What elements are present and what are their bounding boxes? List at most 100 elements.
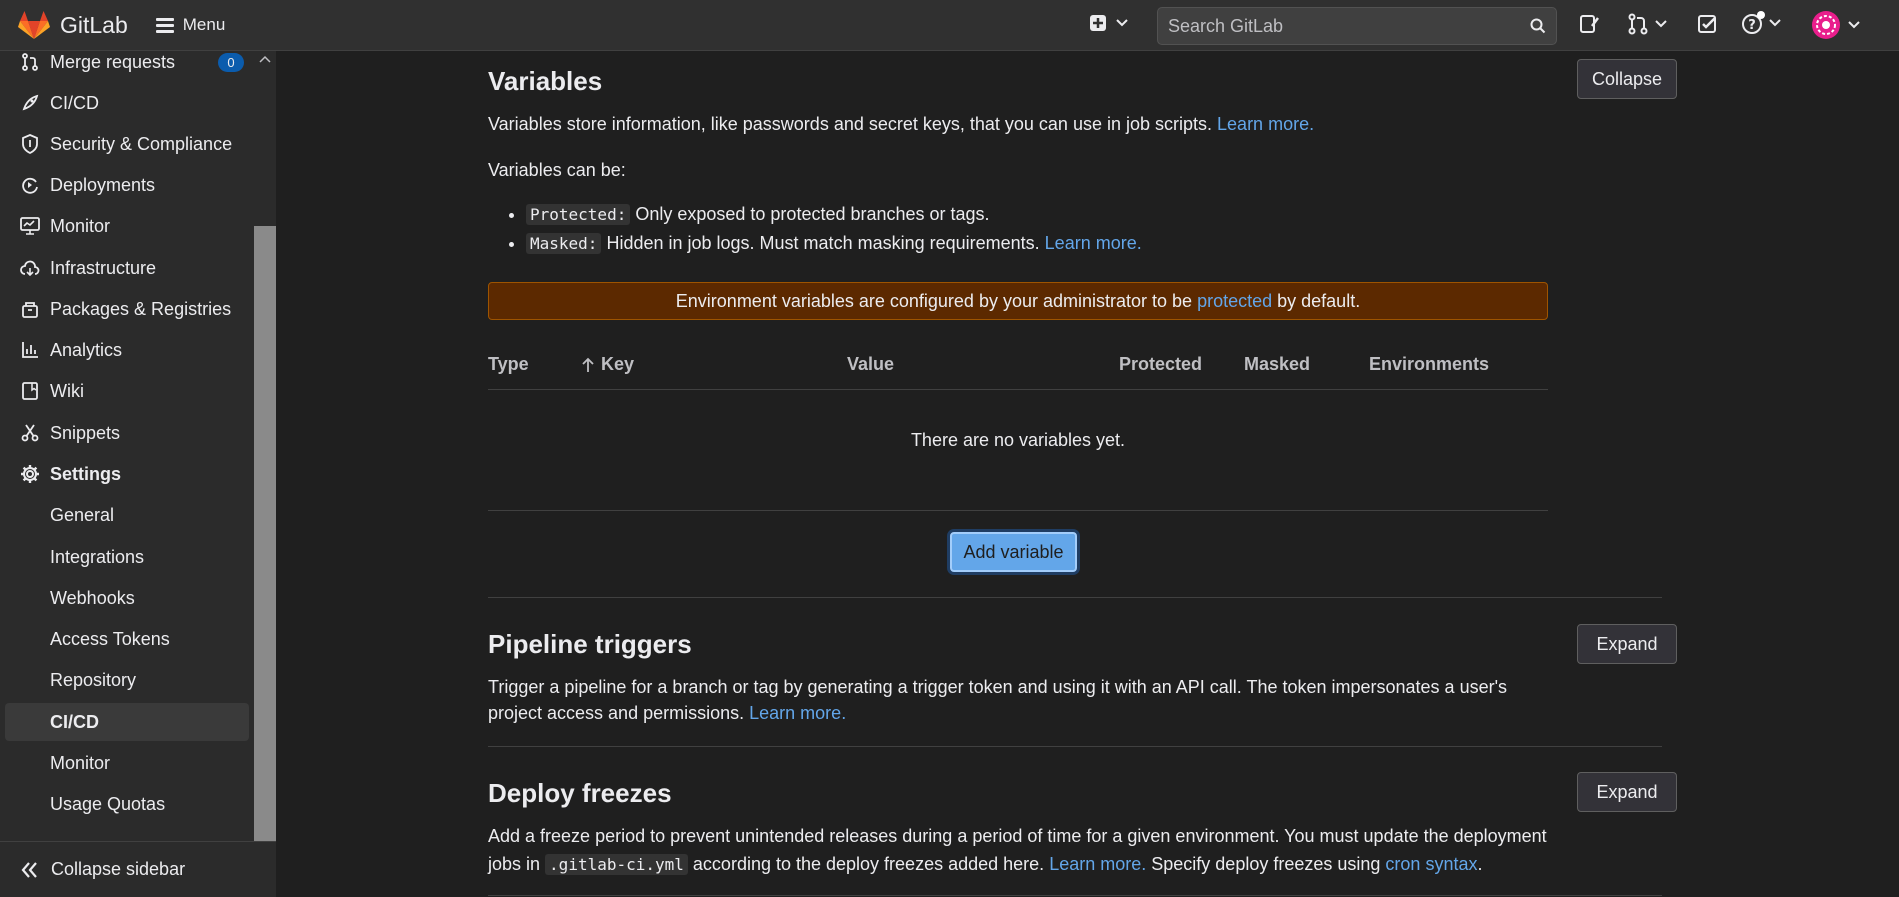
scissors-icon	[20, 423, 40, 443]
chevron-down-icon	[1116, 19, 1128, 27]
collapse-sidebar-button[interactable]: Collapse sidebar	[0, 841, 276, 897]
plus-square-icon	[1090, 15, 1106, 31]
avatar	[1812, 11, 1840, 39]
alert-text-pre: Environment variables are configured by …	[675, 290, 1193, 311]
cron-syntax-link[interactable]: cron syntax	[1385, 854, 1477, 874]
chevron-down-icon	[1655, 20, 1667, 28]
freezes-learn-more-link[interactable]: Learn more.	[1049, 854, 1146, 874]
table-header-divider	[488, 389, 1548, 390]
sidebar-item-label: Deployments	[50, 174, 156, 195]
package-icon	[20, 299, 40, 319]
variables-learn-more-link[interactable]: Learn more.	[1217, 114, 1314, 134]
freezes-desc-post: Specify deploy freezes using	[1151, 854, 1381, 874]
monitor-icon	[20, 216, 40, 236]
chevron-down-icon	[1848, 21, 1860, 29]
section-divider	[488, 746, 1662, 747]
sidebar-item-label: Snippets	[50, 422, 121, 443]
protected-alert: Environment variables are configured by …	[488, 282, 1548, 320]
section-divider	[488, 895, 1662, 896]
todos-icon[interactable]	[1697, 13, 1719, 35]
scroll-up-arrow-icon[interactable]	[259, 55, 271, 63]
sidebar-sub-access-tokens[interactable]: Access Tokens	[5, 620, 249, 658]
sidebar-sub-usage-quotas[interactable]: Usage Quotas	[5, 785, 249, 823]
rocket-icon	[20, 93, 40, 113]
deploy-freezes-title: Deploy freezes	[488, 778, 672, 808]
gitlab-ci-yml-code: .gitlab-ci.yml	[545, 854, 688, 875]
empty-state-text: There are no variables yet.	[910, 430, 1126, 450]
sidebar-item-monitor[interactable]: Monitor	[0, 207, 254, 245]
column-header-key[interactable]: Key	[582, 354, 634, 375]
pipeline-triggers-expand-button[interactable]: Expand	[1577, 624, 1677, 664]
protected-text: Only exposed to protected branches or ta…	[635, 204, 990, 224]
pipeline-triggers-description: Trigger a pipeline for a branch or tag b…	[488, 674, 1558, 726]
shield-icon	[20, 134, 40, 154]
sidebar-item-cicd[interactable]: CI/CD	[0, 84, 254, 122]
menu-label: Menu	[182, 15, 226, 34]
sidebar-item-label: Analytics	[50, 339, 123, 360]
brand-name: GitLab	[60, 11, 128, 38]
masked-code: Masked:	[526, 233, 602, 254]
add-variable-button[interactable]: Add variable	[950, 532, 1077, 572]
sidebar-item-merge-requests[interactable]: Merge requests 0	[0, 43, 254, 81]
sidebar-sub-integrations[interactable]: Integrations	[5, 538, 249, 576]
freezes-desc-mid: according to the deploy freezes added he…	[692, 854, 1045, 874]
sidebar-item-settings[interactable]: Settings	[0, 455, 254, 493]
hamburger-icon	[155, 18, 174, 33]
sidebar-scrollbar-thumb[interactable]	[254, 226, 276, 841]
double-chevron-left-icon	[21, 861, 37, 878]
sidebar-sub-cicd[interactable]: CI/CD	[5, 703, 249, 741]
help-icon: ?	[1742, 11, 1765, 34]
sidebar-item-label: CI/CD	[50, 92, 99, 113]
sidebar-item-label: Infrastructure	[50, 257, 157, 278]
user-menu-dropdown[interactable]	[1811, 10, 1860, 40]
sidebar-sub-repository[interactable]: Repository	[5, 661, 249, 699]
sidebar-item-analytics[interactable]: Analytics	[0, 331, 254, 369]
masking-learn-more-link[interactable]: Learn more.	[1045, 233, 1142, 253]
sidebar-item-label: Settings	[50, 463, 122, 484]
variables-title: Variables	[488, 66, 603, 96]
book-icon	[20, 381, 40, 401]
column-header-environments: Environments	[1369, 354, 1490, 374]
sidebar-item-security[interactable]: Security & Compliance	[0, 125, 254, 163]
triggers-desc-text: Trigger a pipeline for a branch or tag b…	[488, 677, 1508, 723]
deployments-icon	[20, 175, 40, 195]
sidebar-item-deployments[interactable]: Deployments	[0, 166, 254, 204]
section-divider	[488, 597, 1662, 598]
variables-collapse-button[interactable]: Collapse	[1577, 59, 1677, 99]
menu-button[interactable]: Menu	[155, 15, 226, 35]
variables-types-list: Protected: Only exposed to protected bra…	[526, 200, 1142, 258]
alert-text-post: by default.	[1277, 290, 1361, 311]
sidebar-item-snippets[interactable]: Snippets	[0, 414, 254, 452]
column-header-key-label: Key	[601, 354, 635, 374]
table-footer-divider	[488, 510, 1548, 511]
sidebar: Merge requests 0 CI/CD Security & Compli…	[0, 51, 276, 897]
list-item: Masked: Hidden in job logs. Must match m…	[526, 229, 1142, 258]
help-dropdown[interactable]: ?	[1741, 11, 1781, 35]
search-box[interactable]	[1157, 7, 1557, 45]
sidebar-item-infrastructure[interactable]: Infrastructure	[0, 249, 254, 287]
sidebar-item-packages[interactable]: Packages & Registries	[0, 290, 254, 328]
triggers-learn-more-link[interactable]: Learn more.	[749, 703, 846, 723]
collapse-sidebar-label: Collapse sidebar	[51, 859, 186, 879]
merge-requests-dropdown[interactable]	[1627, 13, 1667, 35]
column-header-masked: Masked	[1244, 354, 1311, 374]
sidebar-sub-webhooks[interactable]: Webhooks	[5, 579, 249, 617]
sidebar-sub-general[interactable]: General	[5, 496, 249, 534]
alert-protected-link[interactable]: protected	[1197, 291, 1272, 312]
svg-text:?: ?	[1748, 18, 1756, 33]
list-item: Protected: Only exposed to protected bra…	[526, 200, 1142, 229]
sidebar-item-label: Merge requests	[50, 51, 176, 72]
search-icon	[1530, 18, 1546, 34]
chart-icon	[20, 340, 40, 360]
sidebar-item-label: Packages & Registries	[50, 298, 232, 319]
deploy-freezes-description: Add a freeze period to prevent unintende…	[488, 822, 1558, 879]
new-dropdown-button[interactable]	[1089, 14, 1128, 32]
issues-icon[interactable]	[1579, 13, 1601, 35]
column-header-protected: Protected	[1119, 354, 1203, 374]
deploy-freezes-expand-button[interactable]: Expand	[1577, 772, 1677, 812]
sidebar-item-wiki[interactable]: Wiki	[0, 372, 254, 410]
chevron-down-icon	[1769, 19, 1781, 27]
freezes-desc-end: .	[1477, 854, 1483, 874]
search-input[interactable]	[1168, 15, 1530, 37]
sidebar-sub-monitor[interactable]: Monitor	[5, 744, 249, 782]
